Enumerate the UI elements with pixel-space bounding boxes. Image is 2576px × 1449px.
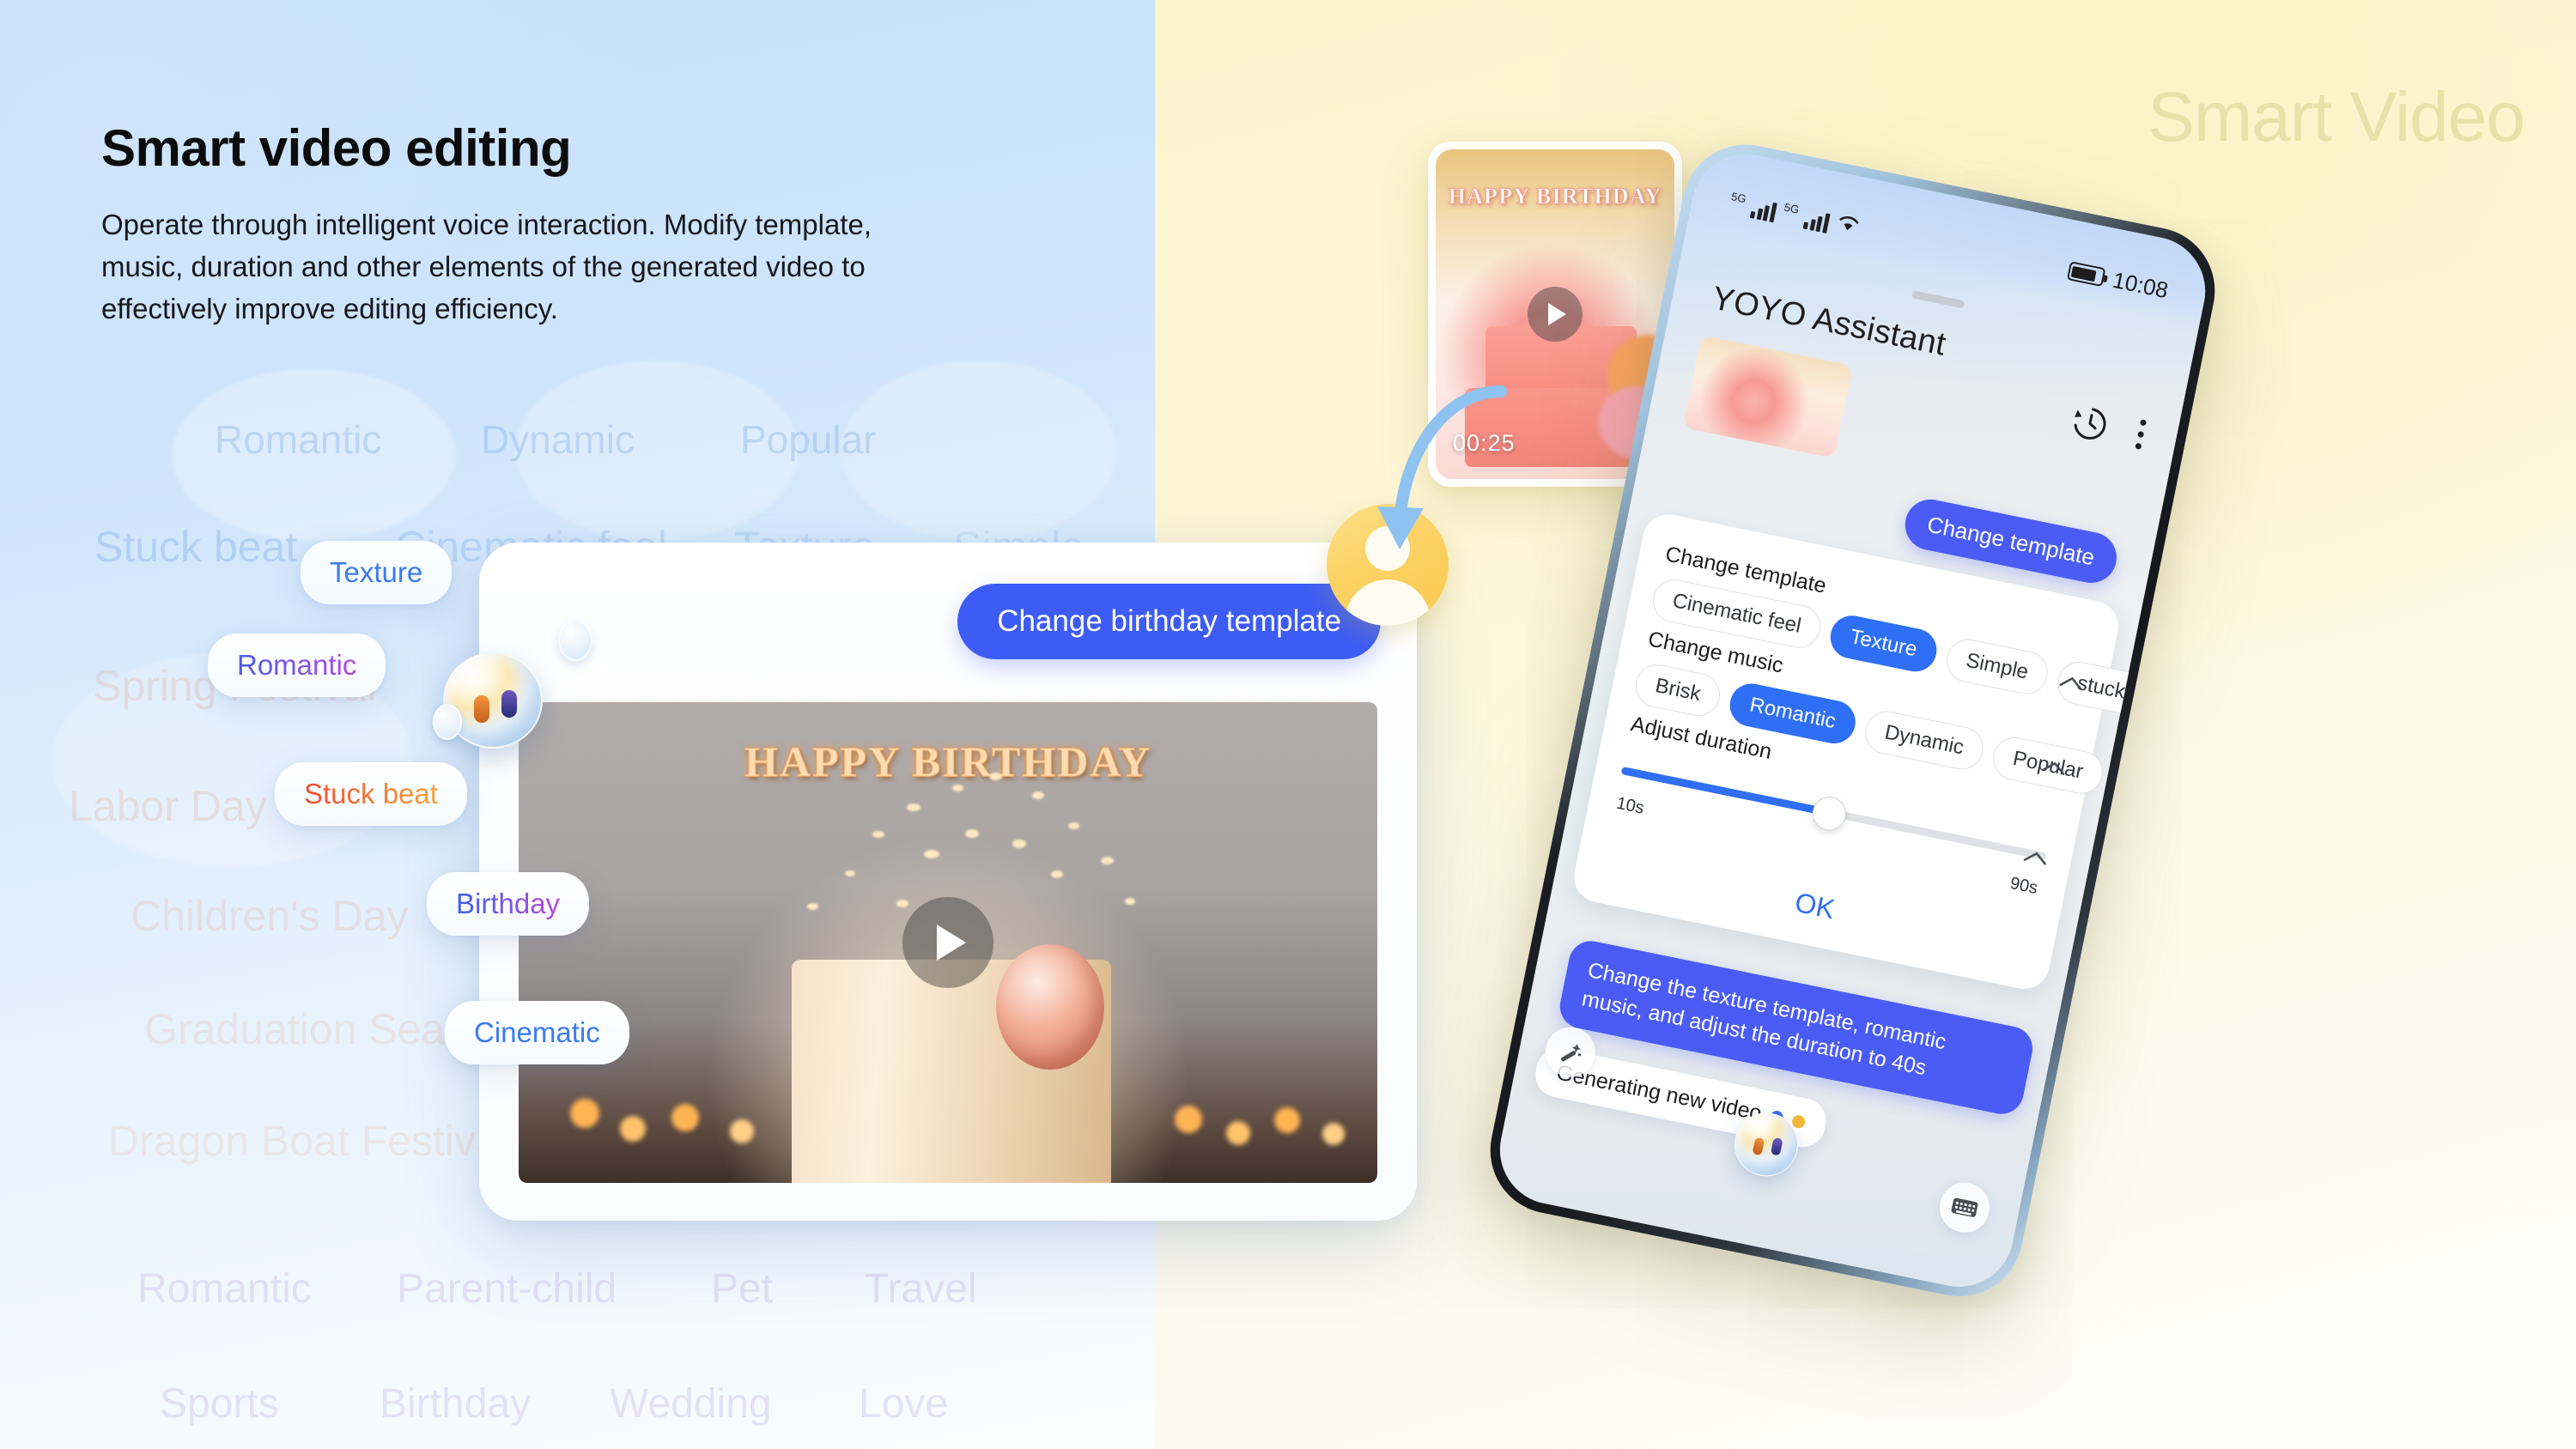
status-bar-right: 10:08	[2066, 258, 2171, 304]
yoyo-orb-icon	[433, 652, 543, 749]
bokeh-light	[620, 1116, 646, 1142]
thumbnail-overlay-title: HAPPY BIRTHDAY	[1448, 184, 1662, 209]
decorative-blob	[172, 369, 455, 541]
avatar-body	[1345, 579, 1431, 626]
pill-texture[interactable]: Texture	[301, 541, 453, 604]
spark	[1012, 840, 1026, 848]
pill-romantic[interactable]: Romantic	[208, 634, 386, 697]
card-bubble-row: Change birthday template	[479, 543, 1417, 697]
chip-brisk[interactable]: Brisk	[1631, 660, 1724, 720]
spark	[1068, 822, 1079, 829]
spark	[1125, 898, 1135, 905]
bokeh-light	[730, 1119, 754, 1143]
orb-eye-left	[1752, 1137, 1765, 1156]
sheet-grab-handle[interactable]	[1911, 290, 1965, 309]
network-label-2: 5G	[1783, 200, 1801, 216]
slider-knob[interactable]	[1809, 793, 1850, 834]
orb-eye-right	[501, 690, 517, 718]
user-avatar	[1327, 504, 1449, 626]
page-description: Operate through intelligent voice intera…	[101, 209, 872, 324]
keyboard-icon[interactable]	[1935, 1178, 1995, 1237]
bokeh-light	[1175, 1106, 1202, 1133]
slider-fill	[1620, 766, 1831, 817]
bokeh-light	[671, 1104, 699, 1131]
orb-antenna	[558, 620, 592, 661]
pill-label: Texture	[330, 556, 423, 588]
orb-eye-left	[474, 695, 489, 723]
bokeh-light	[1226, 1121, 1250, 1145]
video-duration-label: 00:25	[1453, 430, 1516, 456]
spark	[1032, 791, 1044, 799]
pill-cinematic[interactable]: Cinematic	[445, 1001, 629, 1064]
video-overlay-title: HAPPY BIRTHDAY	[744, 737, 1151, 786]
avatar-head	[1365, 526, 1410, 571]
page-root: Smart Video Smart video editing Operate …	[0, 0, 2576, 1449]
decorative-blob	[841, 361, 1116, 541]
orb-eye-right	[1770, 1137, 1783, 1156]
headline-block: Smart video editing Operate through inte…	[101, 120, 943, 330]
more-vertical-icon[interactable]	[2135, 418, 2148, 450]
spark	[965, 829, 979, 838]
spark	[989, 773, 1002, 780]
chip-simple[interactable]: Simple	[1942, 635, 2052, 699]
slider-max-label: 90s	[2008, 874, 2039, 898]
spark	[896, 900, 908, 907]
chat-bubble-change-birthday-template[interactable]: Change birthday template	[957, 584, 1381, 659]
network-label-1: 5G	[1729, 190, 1747, 206]
pill-label: Romantic	[237, 649, 357, 681]
spark	[1051, 870, 1063, 878]
play-icon[interactable]	[1528, 287, 1583, 342]
wifi-icon	[1834, 211, 1862, 239]
video-preview-card: Change birthday template HAPPY BIRTHDAY	[479, 543, 1417, 1221]
spark	[907, 803, 920, 811]
spark	[845, 870, 855, 876]
decorative-blob	[515, 361, 799, 541]
signal-icon-1	[1750, 198, 1777, 223]
pill-label: Birthday	[456, 888, 561, 919]
history-icon[interactable]	[2067, 400, 2113, 446]
cake-fruit-graphic	[996, 944, 1104, 1070]
signal-icon-2	[1802, 209, 1831, 233]
video-frame[interactable]: HAPPY BIRTHDAY	[519, 702, 1377, 1183]
pill-label: Stuck beat	[304, 778, 438, 809]
spark	[952, 785, 963, 791]
bokeh-light	[1274, 1107, 1300, 1133]
edit-options-panel: Change template Cinematic feel Texture S…	[1569, 510, 2148, 994]
bokeh-light	[570, 1099, 599, 1128]
spark	[924, 850, 939, 858]
watermark-title: Smart Video	[2148, 78, 2525, 156]
play-icon[interactable]	[902, 897, 993, 988]
slider-min-label: 10s	[1614, 793, 1646, 818]
orb-ear	[433, 704, 462, 740]
spark	[872, 831, 884, 838]
pill-birthday[interactable]: Birthday	[427, 872, 590, 936]
header-icon-group	[2067, 400, 2148, 453]
status-time: 10:08	[2111, 266, 2171, 303]
spark	[1101, 857, 1114, 864]
pill-label: Cinematic	[474, 1016, 600, 1048]
status-bar-left: 5G 5G	[1728, 190, 1862, 239]
spark	[807, 903, 818, 910]
bokeh-light	[1322, 1123, 1345, 1145]
page-title: Smart video editing	[101, 119, 572, 177]
battery-icon	[2066, 261, 2106, 288]
mini-video-thumbnail[interactable]	[1682, 335, 1853, 458]
pill-stuck-beat[interactable]: Stuck beat	[275, 762, 467, 826]
